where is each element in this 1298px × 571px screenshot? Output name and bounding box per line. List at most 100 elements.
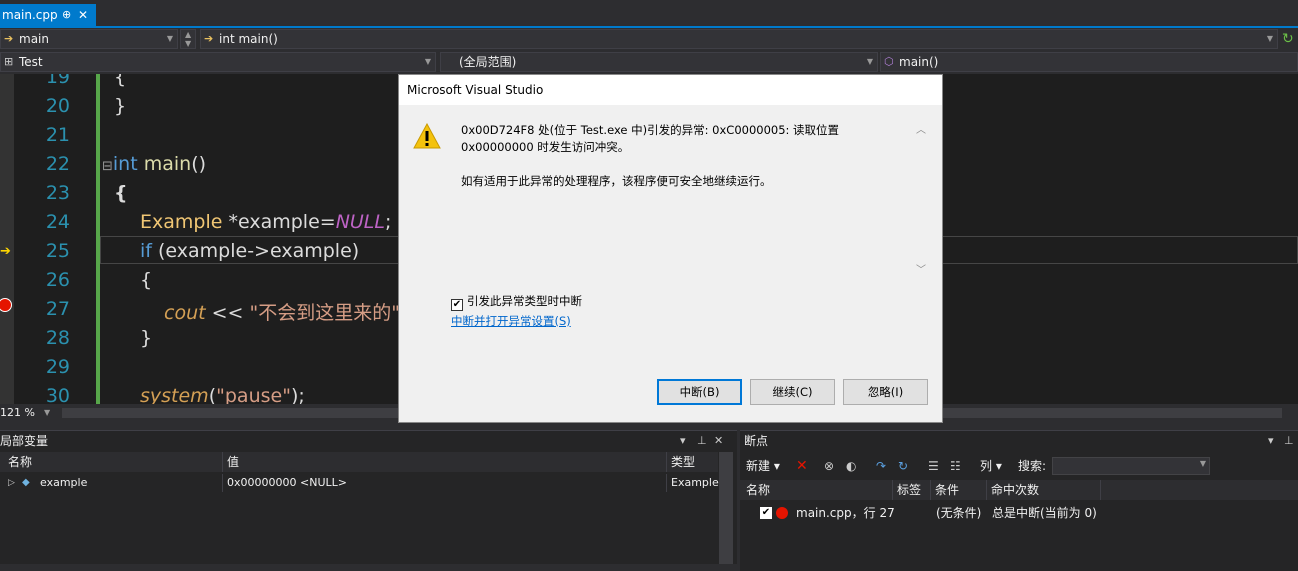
code-line-30: system("pause"); [140,385,305,404]
go-to-source-icon[interactable]: ☰ [928,453,939,479]
line-number: 21 [45,124,70,146]
scope-dropdown[interactable]: ➔ main ▼ [0,29,178,49]
message-scrollbar[interactable]: ︿ ﹀ [913,121,929,281]
close-icon[interactable]: ✕ [78,4,88,26]
message-line: 0x00D724F8 处(位于 Test.exe 中)引发的异常: 0xC000… [461,123,840,137]
checkbox-label: 引发此异常类型时中断 [467,294,582,308]
glyph-margin[interactable] [0,74,14,404]
column-value[interactable]: 值 [222,452,239,472]
project-icon: ⊞ [4,55,14,68]
breakpoints-toolbar: 新建 ▾ ✕ ⊗ ◐ ↷ ↻ ☰ ☷ 列 ▾ 搜索: [740,453,1298,479]
arrow-right-icon: ➔ [4,32,14,45]
breakpoint-icon [776,507,788,519]
exception-message: 0x00D724F8 处(位于 Test.exe 中)引发的异常: 0xC000… [461,122,901,156]
new-button[interactable]: 新建 ▾ [746,453,780,479]
navigation-bar-1: ➔ main ▼ ▲ ▼ ➔ int main() ▼ ↻ [0,28,1298,51]
code-line-23: { [114,182,128,204]
chevron-down-icon: ▼ [166,34,173,43]
line-number: 24 [45,211,70,233]
code-line-22: ⊟int main() [102,153,207,175]
ignore-button[interactable]: 忽略(I) [843,379,928,405]
column-condition[interactable]: 条件 [930,480,959,500]
break-on-exception-checkbox[interactable]: ✔ 引发此异常类型时中断 [451,293,582,311]
breakpoints-title-bar: 断点 ▾ ⊥ [740,431,1298,451]
chevron-down-icon: ▼ [424,57,431,66]
instruction-pointer-icon: ➔ [0,244,11,259]
search-input[interactable]: ▼ [1052,457,1210,475]
function-dropdown[interactable]: ⬡ main() [880,52,1298,72]
code-line-26: { [140,269,153,291]
chevron-down-icon[interactable]: ﹀ [916,261,926,276]
member-dropdown[interactable]: ➔ int main() ▼ [200,29,1278,49]
pin-icon[interactable]: ⊥ [697,431,707,451]
breakpoint-hit-count: 总是中断(当前为 0) [992,506,1097,520]
breakpoints-title: 断点 [744,434,769,448]
break-button[interactable]: 中断(B) [657,379,742,405]
pin-icon[interactable]: ⊥ [1284,431,1294,451]
toggle-all-icon[interactable]: ◐ [846,453,856,479]
table-row[interactable]: ▷ ◆ example 0x00000000 <NULL> Example [0,474,719,492]
pin-icon[interactable]: ⊕ [62,4,71,26]
line-number: 22 [45,153,70,175]
column-name[interactable]: 名称 [4,452,32,472]
warning-icon [413,123,441,149]
close-icon[interactable]: ✕ [714,431,723,451]
search-label: 搜索: [1018,459,1047,473]
chevron-down-icon[interactable]: ▼ [1200,459,1206,468]
line-number: 19 [45,74,70,88]
column-name[interactable]: 名称 [742,480,770,500]
scope-spinner[interactable]: ▲ ▼ [180,29,196,49]
breakpoint-location: main.cpp，行 27 [796,506,895,520]
chevron-up-icon[interactable]: ︿ [916,121,926,136]
line-number: 28 [45,327,70,349]
line-number: 30 [45,385,70,404]
open-exception-settings-link[interactable]: 中断并打开异常设置(S) [451,313,571,329]
exception-dialog: Microsoft Visual Studio 0x00D724F8 处(位于 … [398,74,943,423]
column-hit-count[interactable]: 命中次数 [986,480,1039,500]
locals-title: 局部变量 [0,434,49,448]
column-labels[interactable]: 标签 [892,480,921,500]
dropdown-icon[interactable]: ▾ [1268,431,1274,451]
tab-main-cpp[interactable]: main.cpp ⊕ ✕ [0,4,96,26]
local-value[interactable]: 0x00000000 <NULL> [222,474,347,492]
tab-label: main.cpp [2,8,58,22]
function-value: main() [899,55,939,69]
import-icon[interactable]: ↷ [876,453,886,479]
code-line-24: Example *example=NULL; [140,211,392,233]
member-value: int main() [219,32,278,46]
expand-icon[interactable]: ▷ [4,474,15,492]
line-number: 20 [45,95,70,117]
columns-button[interactable]: 列 ▾ [980,453,1002,479]
table-row[interactable]: ✔ main.cpp，行 27 (无条件) 总是中断(当前为 0) [740,504,1298,522]
locals-header: 名称 值 类型 [0,452,718,472]
collapse-icon[interactable]: ⊟ [102,159,113,174]
locals-bottom-tabs [0,564,737,571]
line-number: 25 [45,240,70,262]
refresh-icon[interactable]: ↻ [1282,31,1296,47]
project-value: Test [19,55,43,69]
continue-button[interactable]: 继续(C) [750,379,835,405]
project-dropdown[interactable]: ⊞ Test ▼ [0,52,436,72]
checkbox-icon[interactable]: ✔ [760,507,772,519]
locals-title-bar: 局部变量 ▾ ⊥ ✕ [0,431,737,451]
zoom-level[interactable]: 121 % [0,404,35,422]
navigation-bar-2: ⊞ Test ▼ (全局范围) ▼ ⬡ main() [0,51,1298,74]
local-name: example [40,476,88,489]
code-line-27: cout << "不会到这里来的" [164,302,400,324]
local-type: Example [666,474,719,492]
column-type[interactable]: 类型 [666,452,695,472]
global-scope-dropdown[interactable]: (全局范围) ▼ [440,52,878,72]
delete-icon[interactable]: ✕ [796,453,808,479]
code-line-19: { [114,74,127,88]
dialog-title: Microsoft Visual Studio [399,75,942,105]
go-to-disassembly-icon[interactable]: ☷ [950,453,961,479]
variable-icon: ◆ [22,477,30,488]
dropdown-icon[interactable]: ▾ [680,431,686,451]
breakpoints-header: 名称 标签 条件 命中次数 [740,480,1298,500]
checkbox-icon[interactable]: ✔ [451,299,463,311]
delete-all-icon[interactable]: ⊗ [824,453,834,479]
export-icon[interactable]: ↻ [898,453,908,479]
vertical-scrollbar[interactable] [719,452,733,564]
code-line-28: } [140,327,153,349]
chevron-down-icon[interactable]: ▼ [44,404,50,422]
